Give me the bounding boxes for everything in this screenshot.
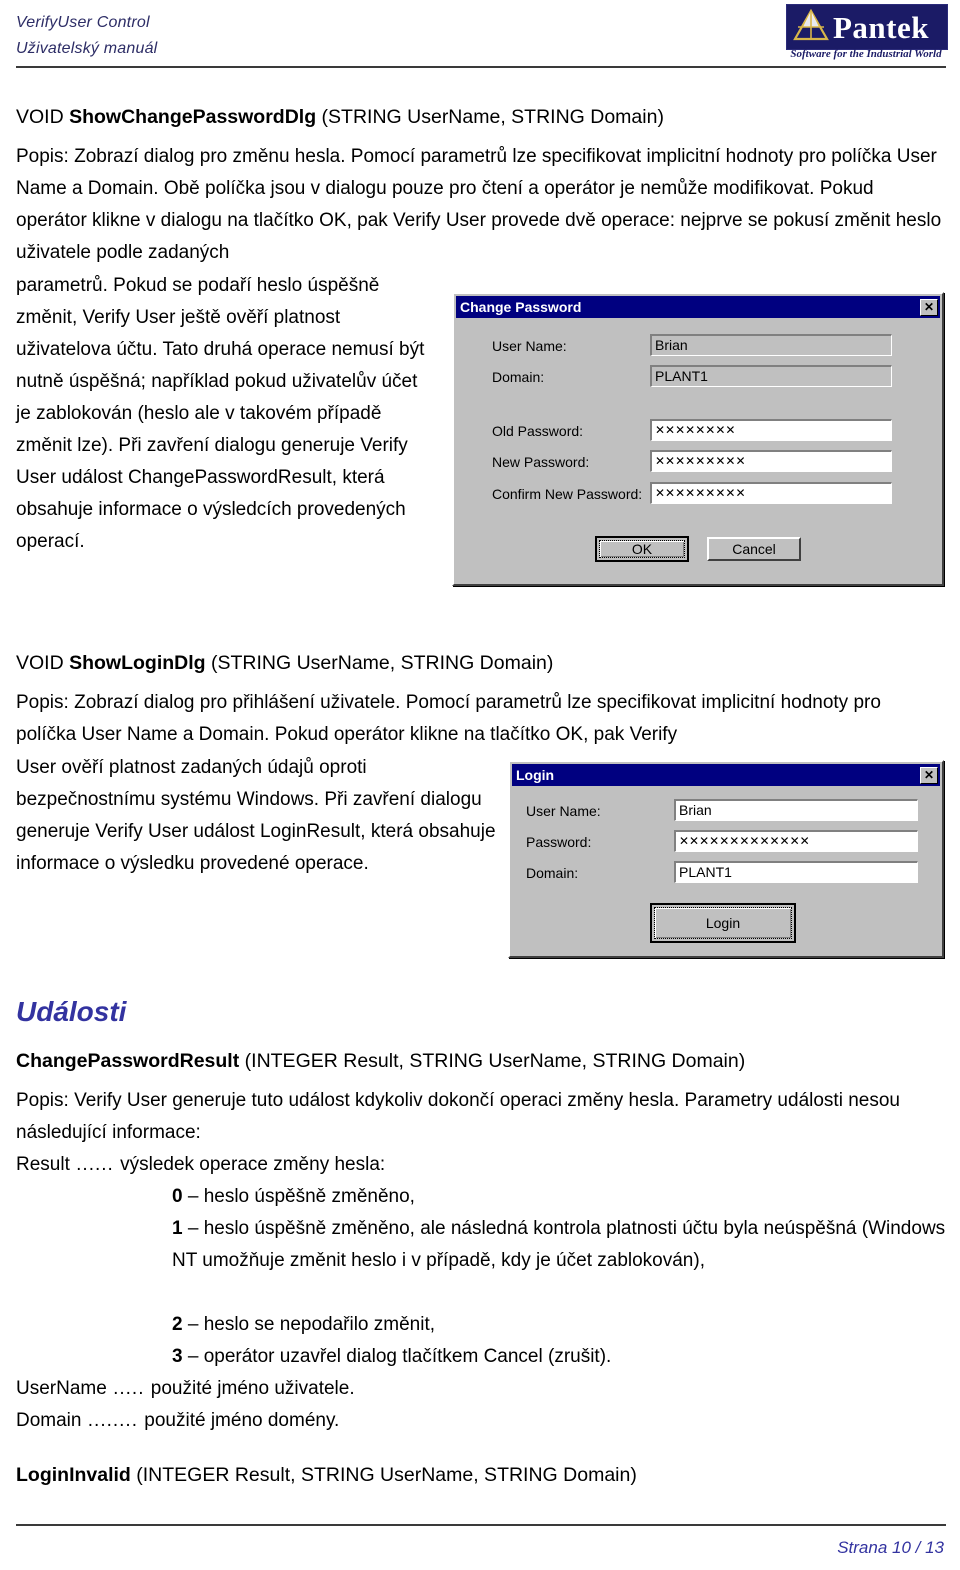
signature-return-type: VOID	[16, 106, 70, 128]
signature-showlogindlg: VOID ShowLoginDlg (STRING UserName, STRI…	[16, 650, 946, 676]
cp-confirm-password-input[interactable]: ✕✕✕✕✕✕✕✕✕	[650, 482, 892, 504]
cp-old-password-input[interactable]: ✕✕✕✕✕✕✕✕	[650, 419, 892, 441]
result-value-2-code: 2	[172, 1314, 183, 1335]
change-password-title: Change Password	[460, 299, 582, 315]
param-domain-row: Domain ........ použité jméno domény.	[16, 1405, 946, 1437]
param-result-desc: výsledek operace změny hesla:	[120, 1154, 386, 1175]
login-signature-function-name: ShowLoginDlg	[69, 652, 206, 674]
event2-name: LoginInvalid	[16, 1464, 131, 1486]
login-submit-button-label: Login	[705, 915, 741, 931]
changepassword-description-narrow: parametrů. Pokud se podaří heslo úspěšně…	[16, 270, 436, 558]
cp-cancel-button-label: Cancel	[732, 541, 776, 557]
changepassword-description-wide-text: Popis: Zobrazí dialog pro změnu hesla. P…	[16, 146, 942, 263]
param-username-dots: .....	[106, 1378, 151, 1399]
result-value-1-text: heslo úspěšně změněno, ale následná kont…	[172, 1218, 946, 1271]
param-username-row: UserName ..... použité jméno uživatele.	[16, 1373, 946, 1405]
event1-description-text: Popis: Verify User generuje tuto událost…	[16, 1090, 900, 1143]
param-domain-label: Domain	[16, 1410, 82, 1431]
signature-showchangepassworddlg: VOID ShowChangePasswordDlg (STRING UserN…	[16, 104, 946, 130]
event1-description: Popis: Verify User generuje tuto událost…	[16, 1085, 946, 1149]
cp-confirm-password-label: Confirm New Password:	[492, 486, 643, 502]
result-value-3-sep: –	[182, 1346, 204, 1367]
param-domain-desc: použité jméno domény.	[144, 1410, 340, 1431]
pantek-tagline: Software for the Industrial World	[790, 48, 942, 60]
result-value-0-text: heslo úspěšně změněno,	[203, 1186, 415, 1207]
header-divider	[16, 66, 946, 68]
page-header: VerifyUser Control Uživatelský manuál Pa…	[0, 0, 960, 80]
event1-name: ChangePasswordResult	[16, 1050, 240, 1072]
cp-username-label: User Name:	[492, 338, 567, 354]
change-password-titlebar[interactable]: Change Password ✕	[456, 296, 940, 318]
result-value-0-sep: –	[182, 1186, 204, 1207]
login-password-input[interactable]: ✕✕✕✕✕✕✕✕✕✕✕✕✕	[674, 830, 918, 852]
cp-username-input[interactable]: Brian	[650, 334, 892, 356]
result-value-2: 2 – heslo se nepodařilo změnit,	[172, 1309, 946, 1341]
cp-ok-button[interactable]: OK	[595, 536, 689, 562]
login-dialog[interactable]: Login ✕ User Name: Brian Password: ✕✕✕✕✕…	[508, 760, 944, 958]
signature-changepasswordresult: ChangePasswordResult (INTEGER Result, ST…	[16, 1048, 946, 1074]
footer-divider	[16, 1524, 946, 1526]
result-value-2-sep: –	[182, 1314, 204, 1335]
pantek-wordmark: Pantek	[833, 9, 929, 45]
param-result-dots: ......	[69, 1154, 121, 1175]
signature-function-name: ShowChangePasswordDlg	[69, 106, 317, 128]
header-product-name: VerifyUser Control	[16, 14, 150, 31]
result-value-1-sep: –	[182, 1218, 204, 1239]
login-titlebar[interactable]: Login ✕	[512, 764, 940, 786]
login-signature-return-type: VOID	[16, 652, 70, 674]
result-value-2-text: heslo se nepodařilo změnit,	[203, 1314, 436, 1335]
cp-ok-button-label: OK	[631, 541, 653, 557]
changepassword-description-wide: Popis: Zobrazí dialog pro změnu hesla. P…	[16, 141, 946, 269]
param-username-label: UserName	[16, 1378, 107, 1399]
login-domain-input[interactable]: PLANT1	[674, 861, 918, 883]
close-icon[interactable]: ✕	[920, 766, 938, 784]
event2-args: (INTEGER Result, STRING UserName, STRING…	[130, 1464, 637, 1486]
cp-new-password-input[interactable]: ✕✕✕✕✕✕✕✕✕	[650, 450, 892, 472]
result-value-1-code: 1	[172, 1218, 183, 1239]
result-value-0-code: 0	[172, 1186, 183, 1207]
result-value-3-text: operátor uzavřel dialog tlačítkem Cancel…	[203, 1346, 612, 1367]
showlogin-description-narrow: User ověří platnost zadaných údajů oprot…	[16, 752, 496, 880]
param-username-desc: použité jméno uživatele.	[150, 1378, 355, 1399]
result-value-3-code: 3	[172, 1346, 183, 1367]
pantek-logo: Pantek	[786, 4, 948, 50]
showlogin-description-wide-text: Popis: Zobrazí dialog pro přihlášení uži…	[16, 692, 881, 745]
cp-domain-input[interactable]: PLANT1	[650, 365, 892, 387]
close-icon[interactable]: ✕	[920, 298, 938, 316]
login-domain-label: Domain:	[526, 865, 579, 881]
showlogin-description-narrow-text: User ověří platnost zadaných údajů oprot…	[16, 757, 496, 874]
change-password-dialog[interactable]: Change Password ✕ User Name: Brian Domai…	[452, 292, 944, 586]
param-domain-dots: ........	[81, 1410, 145, 1431]
login-password-label: Password:	[526, 834, 592, 850]
cp-old-password-label: Old Password:	[492, 423, 584, 439]
param-result-label: Result	[16, 1154, 70, 1175]
param-result-row: Result ...... výsledek operace změny hes…	[16, 1149, 946, 1181]
pantek-pyramid-icon	[793, 8, 829, 41]
header-title-block: VerifyUser Control Uživatelský manuál	[16, 10, 157, 62]
login-username-label: User Name:	[526, 803, 601, 819]
cp-cancel-button[interactable]: Cancel	[707, 537, 801, 561]
page-number: Strana 10 / 13	[837, 1538, 944, 1557]
event1-args: (INTEGER Result, STRING UserName, STRING…	[239, 1050, 746, 1072]
result-value-3: 3 – operátor uzavřel dialog tlačítkem Ca…	[172, 1341, 946, 1373]
login-signature-arguments: (STRING UserName, STRING Domain)	[205, 652, 554, 674]
cp-new-password-label: New Password:	[492, 454, 590, 470]
showlogin-description-wide: Popis: Zobrazí dialog pro přihlášení uži…	[16, 687, 946, 751]
page-section-heading: Události	[16, 996, 127, 1027]
signature-arguments: (STRING UserName, STRING Domain)	[316, 106, 664, 128]
result-value-1: 1 – heslo úspěšně změněno, ale následná …	[172, 1213, 946, 1277]
cp-domain-label: Domain:	[492, 369, 545, 385]
login-title: Login	[516, 767, 555, 783]
changepassword-description-narrow-text: parametrů. Pokud se podaří heslo úspěšně…	[16, 275, 425, 552]
login-submit-button[interactable]: Login	[650, 903, 796, 943]
result-value-0: 0 – heslo úspěšně změněno,	[172, 1181, 946, 1213]
signature-logininvalid: LoginInvalid (INTEGER Result, STRING Use…	[16, 1462, 946, 1488]
login-username-input[interactable]: Brian	[674, 799, 918, 821]
header-document-subtitle: Uživatelský manuál	[16, 40, 158, 57]
